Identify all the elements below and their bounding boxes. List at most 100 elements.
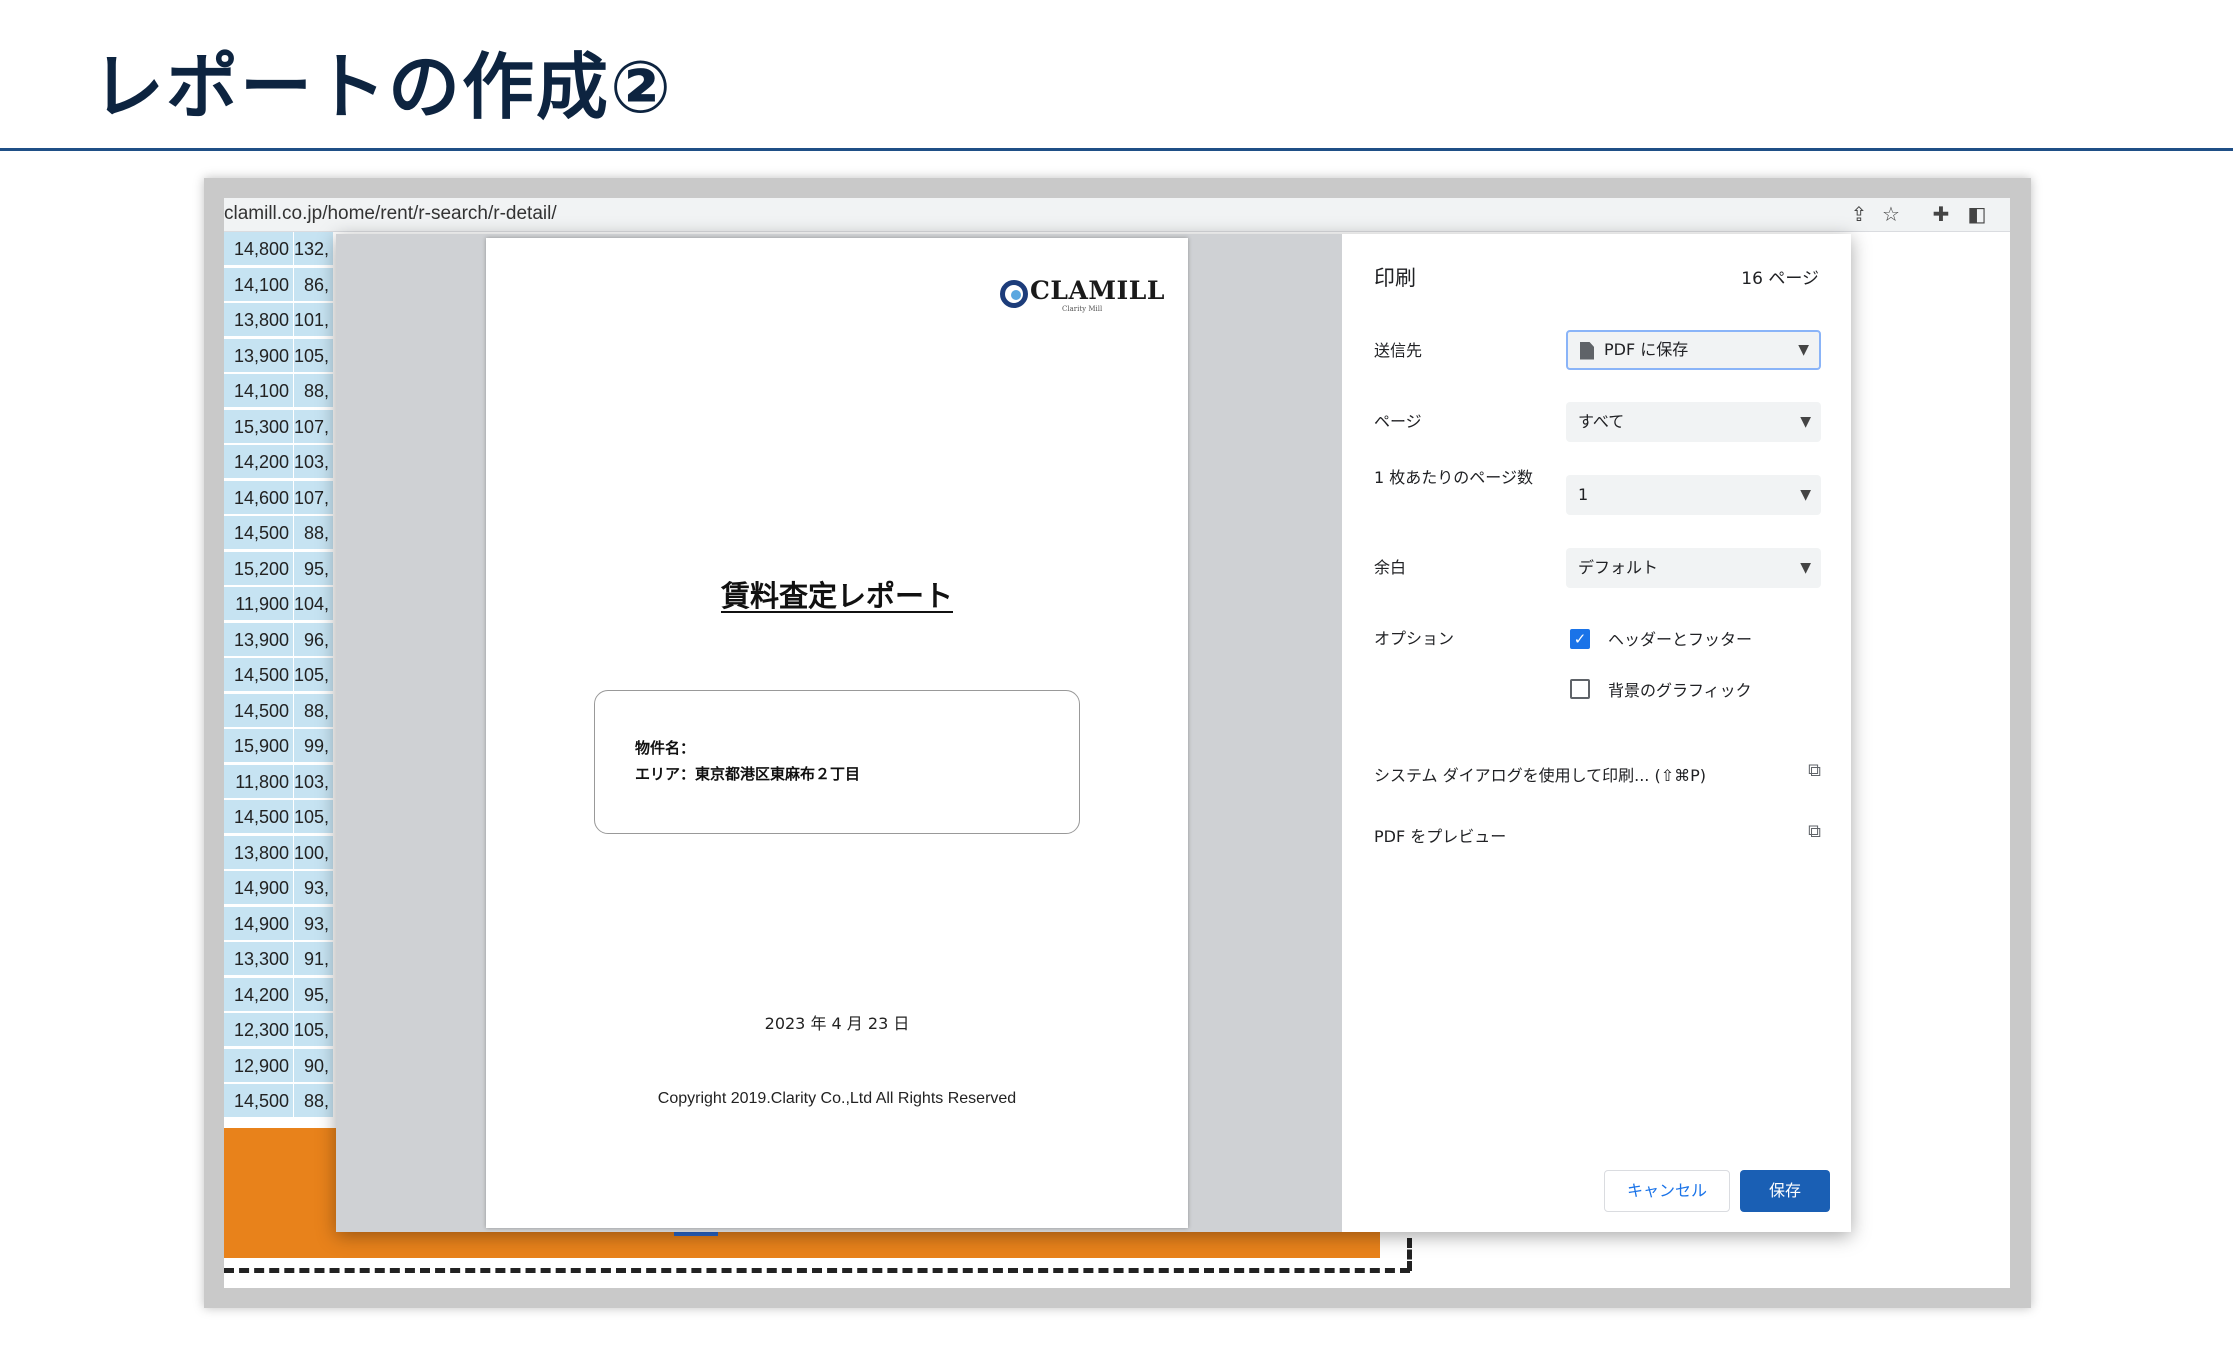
dashed-border-vertical (1407, 1238, 1412, 1271)
value-cell: 99, (294, 729, 334, 763)
rent-cell: 14,500 (224, 516, 294, 550)
share-icon[interactable]: ⇪ (1846, 202, 1872, 226)
table-row: 14,100 88, (224, 374, 354, 409)
property-name-label: 物件名： (635, 739, 696, 757)
destination-select[interactable]: PDF に保存 ▼ (1566, 330, 1821, 370)
pages-per-sheet-value: 1 (1578, 485, 1589, 504)
slide-title: レポートの作成② (92, 45, 673, 129)
value-cell: 103, (294, 764, 334, 799)
value-cell: 91, (294, 942, 334, 976)
save-button[interactable]: 保存 (1740, 1170, 1830, 1212)
preview-page: CLAMILL Clarity Mill 賃料査定レポート 物件名： エリア：東… (486, 238, 1188, 1228)
background-graphics-checkbox[interactable] (1570, 679, 1590, 699)
value-cell: 90, (294, 1048, 334, 1083)
margin-select[interactable]: デフォルト ▼ (1566, 548, 1821, 588)
rent-cell: 14,500 (224, 693, 294, 728)
pages-select[interactable]: すべて ▼ (1566, 402, 1821, 442)
rent-cell: 15,200 (224, 551, 294, 586)
table-row: 14,500 105, (224, 800, 354, 835)
value-cell: 107, (294, 409, 334, 444)
browser-screen: clamill.co.jp/home/rent/r-search/r-detai… (224, 198, 2010, 1288)
copyright-text: Copyright 2019.Clarity Co.,Ltd All Right… (657, 1090, 1017, 1107)
pdf-preview-text: PDF をプレビュー (1374, 827, 1507, 846)
table-row: 13,800 100, (224, 835, 354, 871)
print-settings-panel: 印刷 16 ページ 送信先 PDF に保存 ▼ ページ すべて ▼ 1 枚あたり… (1342, 234, 1851, 1232)
table-row: 13,900 105, (224, 338, 354, 374)
open-external-icon: ⧉ (1808, 760, 1821, 781)
table-row: 15,900 99, (224, 729, 354, 764)
pages-per-sheet-label: 1 枚あたりのページ数 (1374, 468, 1533, 487)
options-label: オプション (1374, 629, 1455, 648)
print-title: 印刷 (1374, 266, 1416, 290)
table-row: 14,600 107, (224, 480, 354, 516)
table-row: 11,900 104, (224, 587, 354, 622)
table-row: 14,200 95, (224, 977, 354, 1013)
table-row: 13,300 91, (224, 942, 354, 977)
value-cell: 132, (294, 232, 334, 266)
rent-cell: 14,500 (224, 658, 294, 692)
margin-label: 余白 (1374, 558, 1407, 577)
rent-cell: 14,500 (224, 800, 294, 834)
rent-cell: 14,200 (224, 977, 294, 1012)
rent-cell: 14,200 (224, 445, 294, 479)
rent-cell: 15,900 (224, 729, 294, 763)
header-footer-checkbox[interactable]: ✓ (1570, 629, 1590, 649)
table-row: 12,300 105, (224, 1013, 354, 1048)
area-line: エリア：東京都港区東麻布２丁目 (635, 765, 861, 783)
rent-cell: 11,800 (224, 764, 294, 799)
table-row: 14,800 132, (224, 232, 354, 267)
value-cell: 104, (294, 587, 334, 621)
property-info-box: 物件名： エリア：東京都港区東麻布２丁目 (594, 690, 1080, 834)
value-cell: 105, (294, 338, 334, 373)
table-row: 13,800 101, (224, 303, 354, 338)
report-title: 賃料査定レポート (720, 579, 953, 613)
rent-cell: 13,800 (224, 303, 294, 337)
address-bar[interactable]: clamill.co.jp/home/rent/r-search/r-detai… (224, 198, 2010, 232)
pdf-preview-link[interactable]: PDF をプレビュー ⧉ (1374, 821, 1821, 847)
chevron-down-icon: ▼ (1800, 487, 1811, 503)
table-row: 13,900 96, (224, 622, 354, 658)
sidepanel-icon[interactable]: ◧ (1964, 202, 1990, 226)
system-dialog-text: システム ダイアログを使用して印刷... (⇧⌘P) (1374, 766, 1707, 785)
value-cell: 101, (294, 303, 334, 337)
value-cell: 93, (294, 906, 334, 941)
value-cell: 88, (294, 1084, 334, 1118)
value-cell: 86, (294, 267, 334, 302)
page-count: 16 ページ (1741, 269, 1819, 289)
value-cell: 105, (294, 800, 334, 834)
table-row: 14,500 88, (224, 516, 354, 551)
table-row: 14,500 88, (224, 693, 354, 729)
rent-cell: 14,100 (224, 267, 294, 302)
logo-subtext: Clarity Mill (1062, 305, 1103, 313)
rent-cell: 12,900 (224, 1048, 294, 1083)
rent-cell: 13,800 (224, 835, 294, 870)
value-cell: 93, (294, 871, 334, 905)
rent-cell: 14,100 (224, 374, 294, 408)
rent-cell: 14,600 (224, 480, 294, 515)
table-row: 14,900 93, (224, 906, 354, 942)
star-icon[interactable]: ☆ (1878, 202, 1904, 226)
value-cell: 105, (294, 658, 334, 692)
value-cell: 95, (294, 977, 334, 1012)
pages-per-sheet-select[interactable]: 1 ▼ (1566, 475, 1821, 515)
system-dialog-link[interactable]: システム ダイアログを使用して印刷... (⇧⌘P) ⧉ (1374, 760, 1821, 786)
logo-text: CLAMILL (1030, 276, 1165, 305)
extension-icon[interactable]: ✚ (1928, 202, 1954, 226)
table-row: 15,300 107, (224, 409, 354, 445)
chevron-down-icon: ▼ (1798, 342, 1809, 358)
logo-mark-icon (1000, 280, 1028, 308)
value-cell: 95, (294, 551, 334, 586)
rent-cell: 14,900 (224, 871, 294, 905)
rent-cell: 11,900 (224, 587, 294, 621)
table-row: 11,800 103, (224, 764, 354, 800)
background-graphics-label: 背景のグラフィック (1608, 681, 1752, 700)
rent-cell: 13,900 (224, 338, 294, 373)
chevron-down-icon: ▼ (1800, 560, 1811, 576)
table-row: 14,200 103, (224, 445, 354, 480)
rent-cell: 12,300 (224, 1013, 294, 1047)
cancel-button[interactable]: キャンセル (1604, 1170, 1730, 1212)
value-cell: 107, (294, 480, 334, 515)
print-preview-area: CLAMILL Clarity Mill 賃料査定レポート 物件名： エリア：東… (336, 234, 1342, 1232)
title-divider (0, 148, 2233, 151)
pages-label: ページ (1374, 412, 1422, 431)
